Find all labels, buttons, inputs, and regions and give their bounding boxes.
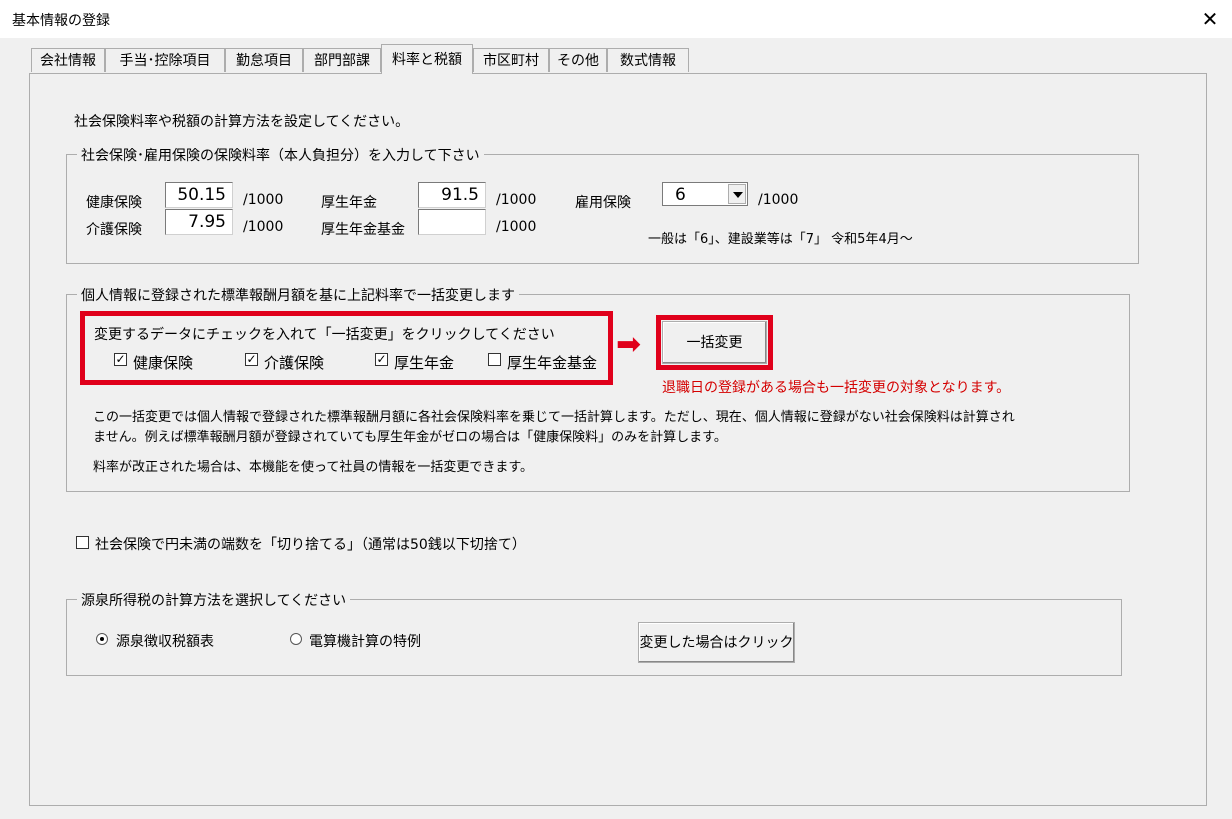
kosei-unit: /1000 bbox=[496, 192, 537, 208]
radio-computer-calc-label: 電算機計算の特例 bbox=[309, 634, 421, 650]
rounding-checkbox[interactable] bbox=[76, 536, 89, 549]
koyo-rate-select[interactable]: 6 bbox=[662, 182, 748, 206]
rounding-label: 社会保険で円未満の端数を「切り捨てる」（通常は50銭以下切捨て） bbox=[95, 537, 526, 553]
kenko-label: 健康保険 bbox=[86, 195, 142, 211]
rates-legend: 社会保険･雇用保険の保険料率（本人負担分）を入力して下さい bbox=[77, 145, 484, 165]
bulk-warning: 退職日の登録がある場合も一括変更の対象となります。 bbox=[662, 380, 1011, 396]
bulk-instruction: 変更するデータにチェックを入れて「一括変更」をクリックしてください bbox=[94, 327, 555, 343]
radio-computer-calc[interactable] bbox=[290, 633, 302, 645]
kaigo-unit: /1000 bbox=[243, 219, 284, 235]
bulk-change-button[interactable]: 一括変更 bbox=[662, 321, 767, 364]
koyo-unit: /1000 bbox=[758, 192, 799, 208]
close-icon[interactable]: ✕ bbox=[1196, 6, 1224, 32]
check-kikin-label: 厚生年金基金 bbox=[507, 354, 598, 372]
tab-formulas[interactable]: 数式情報 bbox=[607, 48, 689, 72]
tab-company[interactable]: 会社情報 bbox=[31, 48, 105, 72]
tax-apply-button[interactable]: 変更した場合はクリック bbox=[638, 622, 795, 663]
chevron-down-icon[interactable] bbox=[728, 184, 746, 204]
bulk-desc-3: 料率が改正された場合は、本機能を使って社員の情報を一括変更できます。 bbox=[93, 460, 534, 475]
kikin-label: 厚生年金基金 bbox=[321, 222, 405, 238]
title-bar bbox=[0, 0, 1232, 38]
kaigo-rate-input[interactable]: 7.95 bbox=[165, 209, 233, 235]
radio-tax-table-label: 源泉徴収税額表 bbox=[116, 634, 214, 650]
koyo-note: 一般は「6」、建設業等は「7」 令和5年4月～ bbox=[648, 232, 913, 247]
check-kaigo-label: 介護保険 bbox=[264, 354, 325, 372]
arrow-right-icon: ➡ bbox=[616, 327, 642, 362]
tab-allowances[interactable]: 手当･控除項目 bbox=[105, 48, 225, 72]
check-kaigo[interactable]: ✓ bbox=[245, 353, 258, 366]
kaigo-label: 介護保険 bbox=[86, 222, 142, 238]
check-kosei[interactable]: ✓ bbox=[375, 353, 388, 366]
bulk-desc-2: ません。例えば標準報酬月額が登録されていても厚生年金がゼロの場合は「健康保険料」… bbox=[93, 430, 727, 445]
kenko-unit: /1000 bbox=[243, 192, 284, 208]
tax-legend: 源泉所得税の計算方法を選択してください bbox=[77, 590, 351, 610]
bulk-desc-1: この一括変更では個人情報で登録された標準報酬月額に各社会保険料率を乗じて一括計算… bbox=[93, 410, 1015, 425]
koyo-rate-value: 6 bbox=[675, 185, 686, 205]
check-kenko-label: 健康保険 bbox=[133, 354, 194, 372]
koyo-label: 雇用保険 bbox=[575, 195, 631, 211]
tab-other[interactable]: その他 bbox=[549, 48, 607, 72]
kikin-unit: /1000 bbox=[496, 219, 537, 235]
kosei-rate-input[interactable]: 91.5 bbox=[418, 182, 486, 208]
tab-attendance[interactable]: 勤怠項目 bbox=[225, 48, 303, 72]
radio-tax-table[interactable] bbox=[96, 633, 108, 645]
kenko-rate-input[interactable]: 50.15 bbox=[165, 182, 233, 208]
tax-frame bbox=[66, 599, 1122, 676]
tab-rates-taxes[interactable]: 料率と税額 bbox=[381, 44, 473, 74]
check-kenko[interactable]: ✓ bbox=[114, 353, 127, 366]
tab-departments[interactable]: 部門部課 bbox=[303, 48, 381, 72]
highlight-box-checks bbox=[80, 311, 613, 385]
check-kikin[interactable] bbox=[488, 353, 501, 366]
bulk-legend: 個人情報に登録された標準報酬月額を基に上記料率で一括変更します bbox=[77, 285, 519, 305]
window-title: 基本情報の登録 bbox=[12, 13, 110, 29]
intro-text: 社会保険料率や税額の計算方法を設定してください。 bbox=[74, 114, 410, 130]
kosei-label: 厚生年金 bbox=[321, 195, 377, 211]
kikin-rate-input[interactable] bbox=[418, 209, 486, 235]
check-kosei-label: 厚生年金 bbox=[394, 354, 455, 372]
tab-municipalities[interactable]: 市区町村 bbox=[473, 48, 549, 72]
